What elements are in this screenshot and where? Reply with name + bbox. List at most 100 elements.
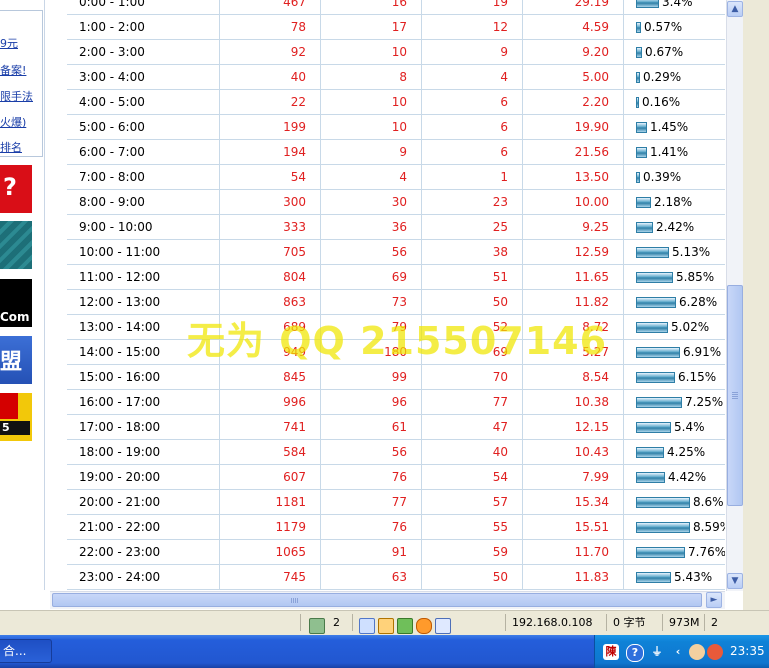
left-link-2[interactable]: 备案! <box>0 62 26 78</box>
status-bytes: 0 字节 <box>606 614 663 631</box>
visitors-cell: 10 <box>320 89 422 115</box>
avg-cell: 4.59 <box>522 14 624 40</box>
cookie-icon[interactable] <box>378 618 394 634</box>
visitors-cell: 10 <box>320 114 422 140</box>
ip-cell: 70 <box>421 364 523 390</box>
percent-label: 6.91% <box>683 345 722 359</box>
visits-cell: 40 <box>219 64 321 90</box>
ip-cell: 9 <box>421 39 523 65</box>
table-row: 19:00 - 20:00 607 76 54 7.99 4.42% <box>67 464 725 490</box>
vertical-scrollbar[interactable]: ▲ ▼ <box>726 0 744 591</box>
time-range-cell: 12:00 - 13:00 <box>67 289 220 315</box>
table-row: 8:00 - 9:00 300 30 23 10.00 2.18% <box>67 189 725 215</box>
percent-label: 4.25% <box>667 445 706 459</box>
visitors-cell: 30 <box>320 189 422 215</box>
ime-indicator[interactable]: 陳 <box>603 644 619 660</box>
avg-cell: 9.20 <box>522 39 624 65</box>
time-range-cell: 19:00 - 20:00 <box>67 464 220 490</box>
status-trash-cell[interactable]: 2 <box>300 614 353 634</box>
visits-cell: 741 <box>219 414 321 440</box>
status-count: 2 <box>333 616 340 629</box>
time-range-cell: 4:00 - 5:00 <box>67 89 220 115</box>
percent-label: 3.4% <box>662 0 693 9</box>
percent-label: 8.59% <box>693 520 725 534</box>
ad-banner-blue[interactable]: 盟 <box>0 336 32 384</box>
bell-icon[interactable] <box>707 644 723 660</box>
clock: 23:35 <box>730 644 765 658</box>
horizontal-scroll-thumb[interactable] <box>52 593 702 607</box>
horizontal-scrollbar[interactable]: ► <box>50 591 725 609</box>
time-range-cell: 10:00 - 11:00 <box>67 239 220 265</box>
table-row: 5:00 - 6:00 199 10 6 19.90 1.45% <box>67 114 725 140</box>
visitors-cell: 61 <box>320 414 422 440</box>
avg-cell: 9.25 <box>522 214 624 240</box>
arrow-left-icon[interactable]: ‹ <box>670 644 686 660</box>
help-icon[interactable]: ? <box>626 644 644 662</box>
percent-bar <box>636 322 668 333</box>
gear-icon[interactable] <box>416 618 432 634</box>
visits-cell: 996 <box>219 389 321 415</box>
ad-banner-teal[interactable] <box>0 221 32 269</box>
visitors-cell: 16 <box>320 0 422 15</box>
hourly-stats-table-container: 0:00 - 1:00 467 16 19 29.19 3.4% 1:00 - 2:00 78… <box>67 0 725 590</box>
time-range-cell: 3:00 - 4:00 <box>67 64 220 90</box>
percent-cell: 5.43% <box>623 564 725 590</box>
percent-cell: 7.25% <box>623 389 725 415</box>
ad-yellow-text: 5 <box>2 421 10 434</box>
trash-icon[interactable] <box>309 618 325 634</box>
percent-label: 8.6% <box>693 495 724 509</box>
percent-cell: 4.25% <box>623 439 725 465</box>
ad-banner-red[interactable]: ? <box>0 165 32 213</box>
left-link-4[interactable]: 火爆) <box>0 114 26 130</box>
ad-banner-black[interactable]: Com <box>0 279 32 327</box>
refresh-icon[interactable] <box>359 618 375 634</box>
taskbar-window-button[interactable]: 合... <box>0 639 52 663</box>
percent-bar <box>636 222 653 233</box>
percent-label: 0.57% <box>644 20 683 34</box>
left-panel: 9元 备案! 限手法 火爆) 排名 ? Com 盟 5 <box>0 0 45 590</box>
percent-bar <box>636 422 671 433</box>
scrollbar-right-arrow-icon[interactable]: ► <box>706 592 722 608</box>
time-range-cell: 17:00 - 18:00 <box>67 414 220 440</box>
visits-cell: 199 <box>219 114 321 140</box>
table-row: 6:00 - 7:00 194 9 6 21.56 1.41% <box>67 139 725 165</box>
percent-bar <box>636 22 641 33</box>
left-link-box: 9元 备案! 限手法 火爆) 排名 <box>0 10 43 157</box>
percent-cell: 2.42% <box>623 214 725 240</box>
table-row: 7:00 - 8:00 54 4 1 13.50 0.39% <box>67 164 725 190</box>
visitors-cell: 91 <box>320 539 422 565</box>
time-range-cell: 9:00 - 10:00 <box>67 214 220 240</box>
avg-cell: 10.00 <box>522 189 624 215</box>
percent-label: 7.76% <box>688 545 725 559</box>
visits-cell: 584 <box>219 439 321 465</box>
table-row: 18:00 - 19:00 584 56 40 10.43 4.25% <box>67 439 725 465</box>
time-range-cell: 11:00 - 12:00 <box>67 264 220 290</box>
vertical-scroll-thumb[interactable] <box>727 285 743 506</box>
percent-bar <box>636 372 675 383</box>
tree-icon[interactable] <box>397 618 413 634</box>
status-bar: 2 192.168.0.108 0 字节 973M 2 <box>0 610 769 635</box>
scrollbar-up-arrow-icon[interactable]: ▲ <box>727 1 743 17</box>
percent-cell: 1.45% <box>623 114 725 140</box>
visits-cell: 333 <box>219 214 321 240</box>
time-range-cell: 18:00 - 19:00 <box>67 439 220 465</box>
visitors-cell: 76 <box>320 464 422 490</box>
time-range-cell: 20:00 - 21:00 <box>67 489 220 515</box>
users-icon[interactable] <box>689 644 705 660</box>
ip-cell: 77 <box>421 389 523 415</box>
time-range-cell: 8:00 - 9:00 <box>67 189 220 215</box>
left-link-1[interactable]: 9元 <box>0 35 18 51</box>
left-link-3[interactable]: 限手法 <box>0 88 33 104</box>
scrollbar-down-arrow-icon[interactable]: ▼ <box>727 573 743 589</box>
ip-cell: 1 <box>421 164 523 190</box>
ip-cell: 40 <box>421 439 523 465</box>
visits-cell: 705 <box>219 239 321 265</box>
mail-icon[interactable] <box>435 618 451 634</box>
left-link-5[interactable]: 排名 <box>0 139 22 155</box>
power-icon[interactable]: ⏚ <box>649 644 665 660</box>
table-row: 17:00 - 18:00 741 61 47 12.15 5.4% <box>67 414 725 440</box>
ad-banner-yellow[interactable]: 5 <box>0 393 32 441</box>
avg-cell: 7.99 <box>522 464 624 490</box>
percent-bar <box>636 472 665 483</box>
percent-label: 2.42% <box>656 220 695 234</box>
